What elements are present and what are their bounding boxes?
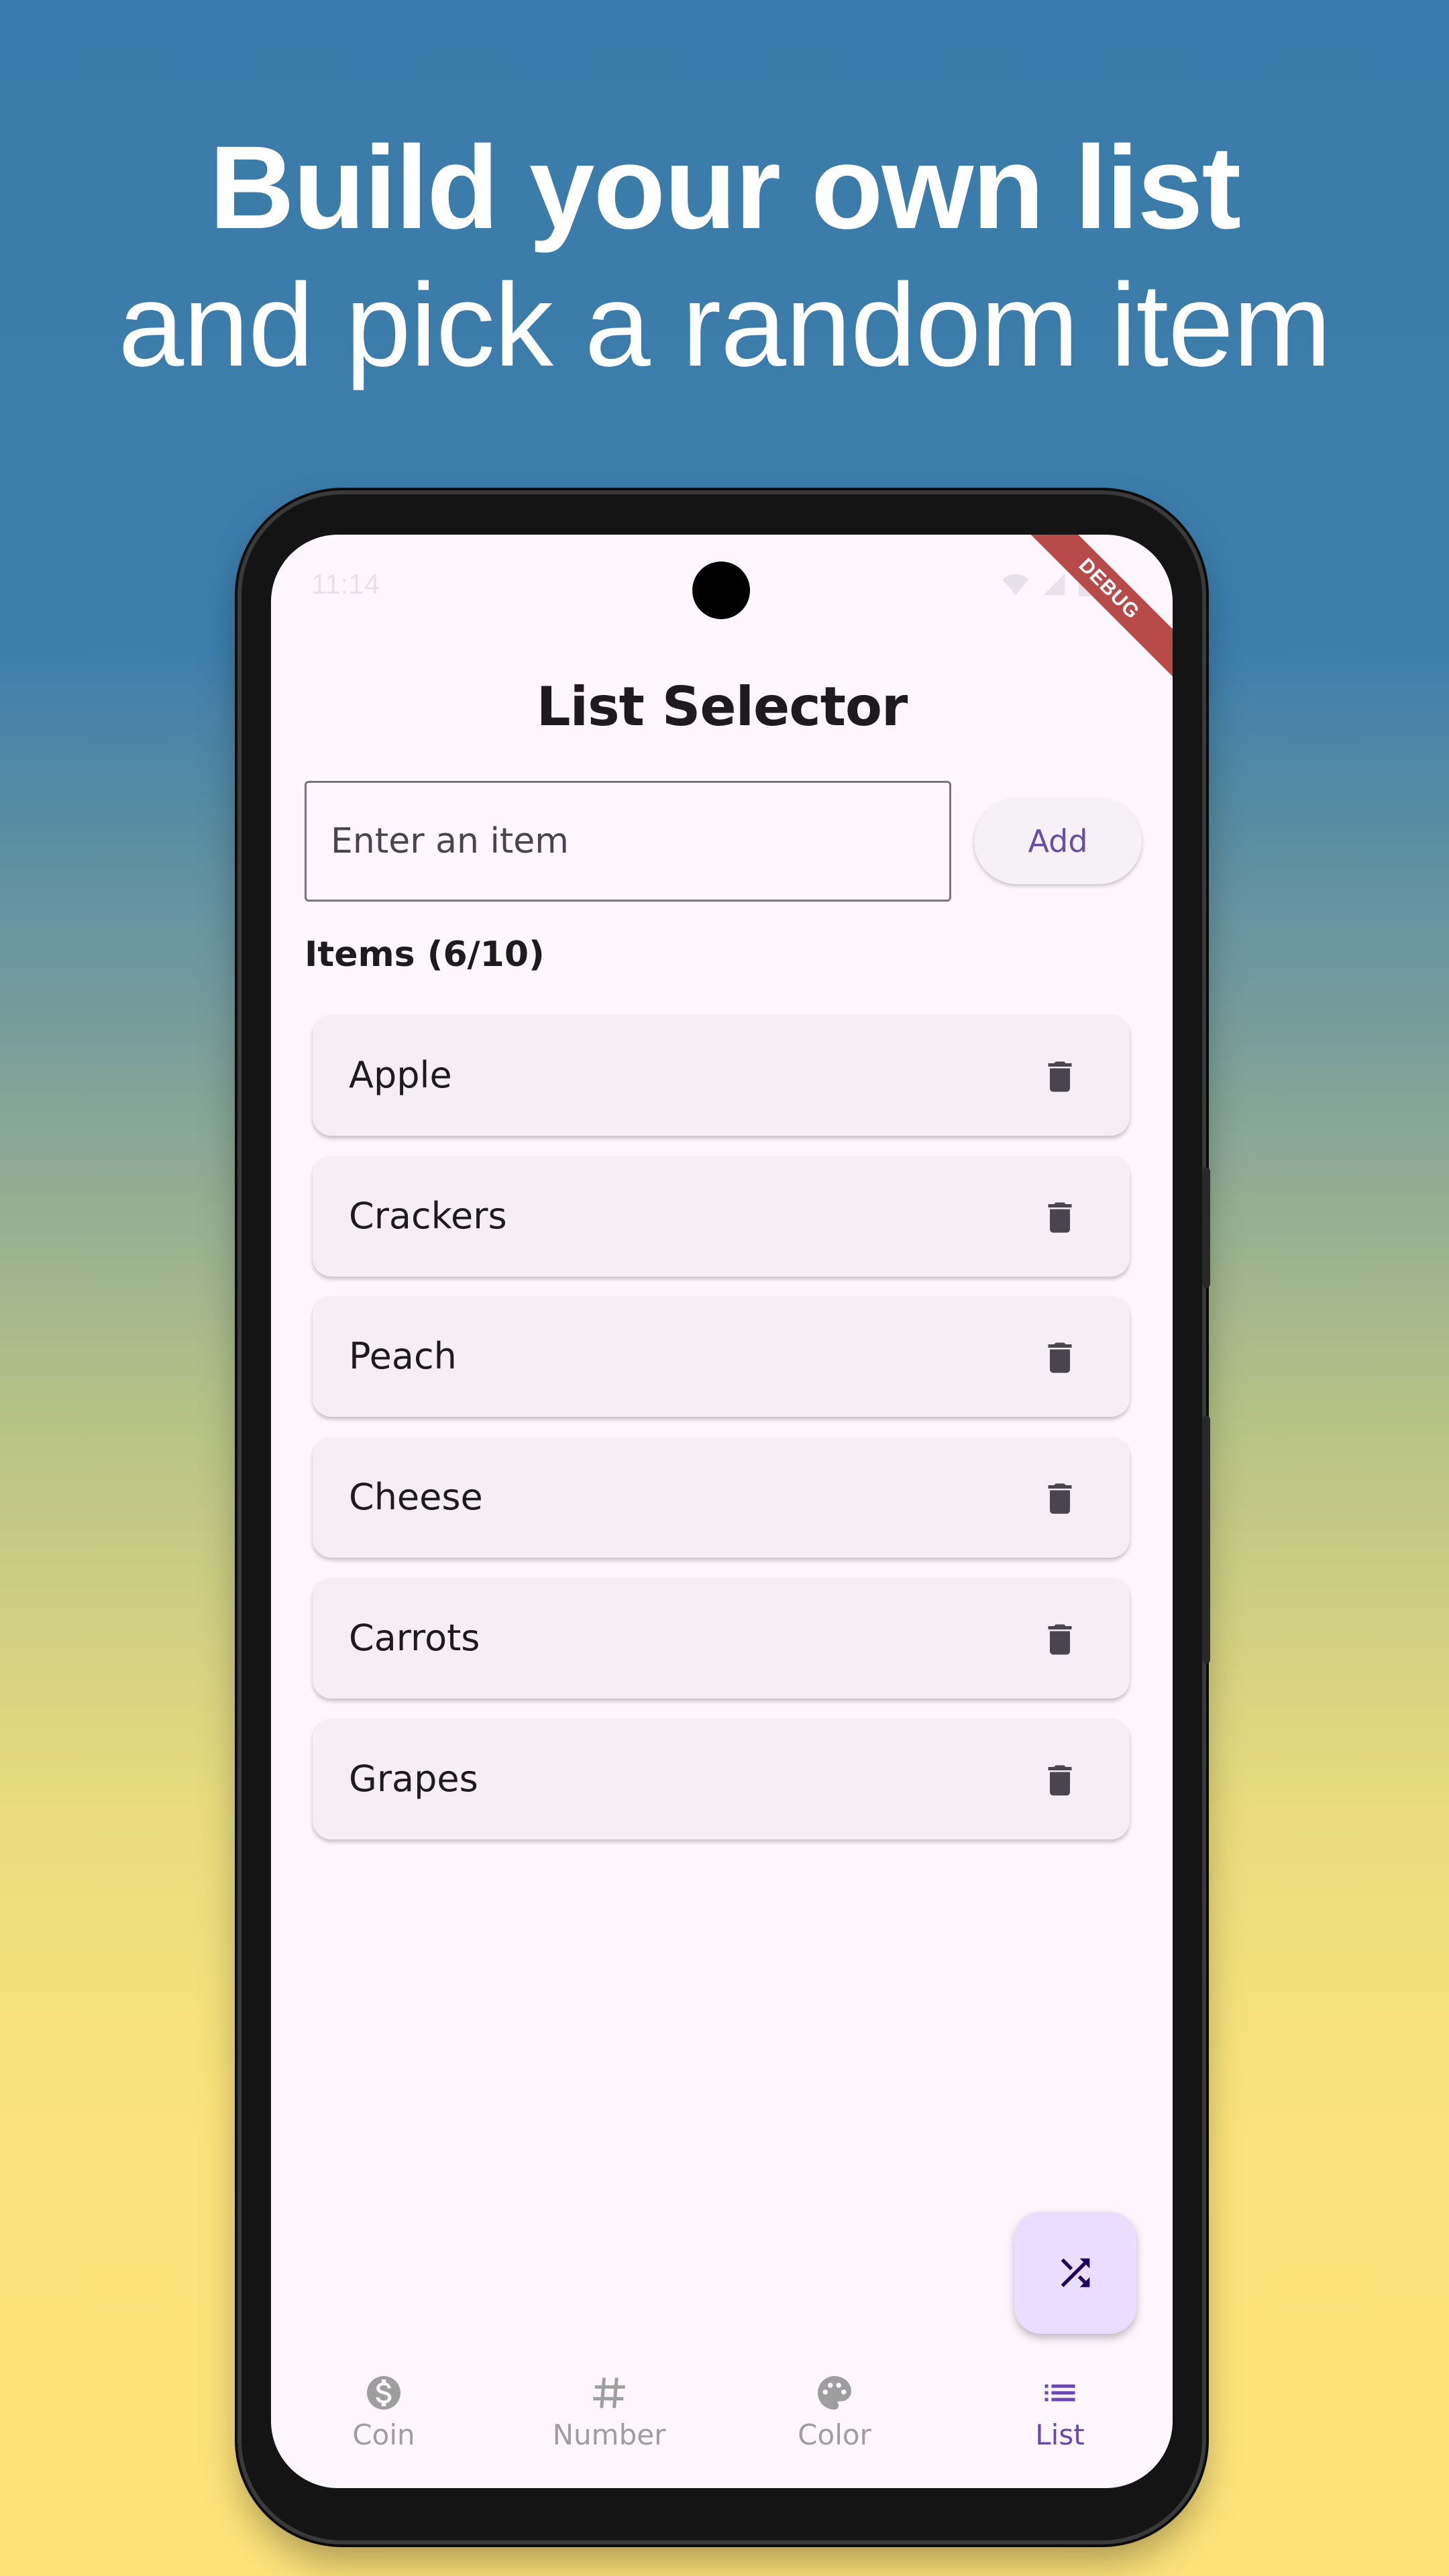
nav-label: Color [798, 2418, 871, 2451]
list-item-label: Grapes [349, 1758, 478, 1800]
wifi-icon [1002, 574, 1029, 596]
list-item-label: Apple [349, 1054, 452, 1096]
delete-icon[interactable] [1040, 1196, 1080, 1239]
list-item: Apple [313, 1015, 1130, 1136]
nav-label: Coin [352, 2418, 415, 2451]
power-button [1202, 1167, 1210, 1288]
list-icon [1044, 2384, 1075, 2402]
promo-headline: Build your own list and pick a random it… [0, 121, 1449, 396]
item-input[interactable] [305, 781, 951, 902]
status-time: 11:14 [311, 568, 380, 600]
list-item: Cheese [313, 1437, 1130, 1558]
signal-icon [1042, 573, 1065, 596]
phone-screen: 11:14 DEBUG List Selector Add Items (6/1… [271, 535, 1173, 2488]
delete-icon[interactable] [1040, 1055, 1080, 1098]
items-count: Items (6/10) [305, 934, 545, 975]
palette-icon [818, 2376, 851, 2410]
shuffle-icon [1061, 2258, 1090, 2288]
delete-icon[interactable] [1040, 1477, 1080, 1520]
list-item: Crackers [313, 1156, 1130, 1277]
list-item: Peach [313, 1296, 1130, 1417]
delete-icon[interactable] [1040, 1336, 1080, 1379]
dollar-coin-icon [367, 2376, 400, 2410]
shuffle-button[interactable] [1014, 2212, 1136, 2334]
nav-item-coin[interactable]: Coin [271, 2373, 496, 2488]
list-item: Carrots [313, 1578, 1130, 1699]
list-item-label: Carrots [349, 1617, 480, 1659]
nav-label: List [1035, 2418, 1085, 2451]
bottom-navigation: Coin Number Color List [271, 2373, 1173, 2488]
front-camera [692, 561, 750, 619]
page-title: List Selector [536, 676, 908, 738]
promo-headline-bold: Build your own list [209, 122, 1241, 254]
add-button[interactable]: Add [974, 798, 1142, 884]
delete-icon[interactable] [1040, 1759, 1080, 1802]
list-item-label: Peach [349, 1335, 457, 1377]
nav-item-color[interactable]: Color [722, 2373, 947, 2488]
nav-label: Number [552, 2418, 666, 2451]
list-item-label: Cheese [349, 1476, 483, 1518]
list-item: Grapes [313, 1719, 1130, 1839]
promo-headline-regular: and pick a random item [118, 260, 1331, 391]
hash-icon [593, 2377, 625, 2408]
nav-item-number[interactable]: Number [496, 2373, 722, 2488]
nav-item-list[interactable]: List [947, 2373, 1173, 2488]
delete-icon[interactable] [1040, 1618, 1080, 1661]
list-item-label: Crackers [349, 1195, 507, 1237]
volume-button [1202, 1415, 1210, 1664]
